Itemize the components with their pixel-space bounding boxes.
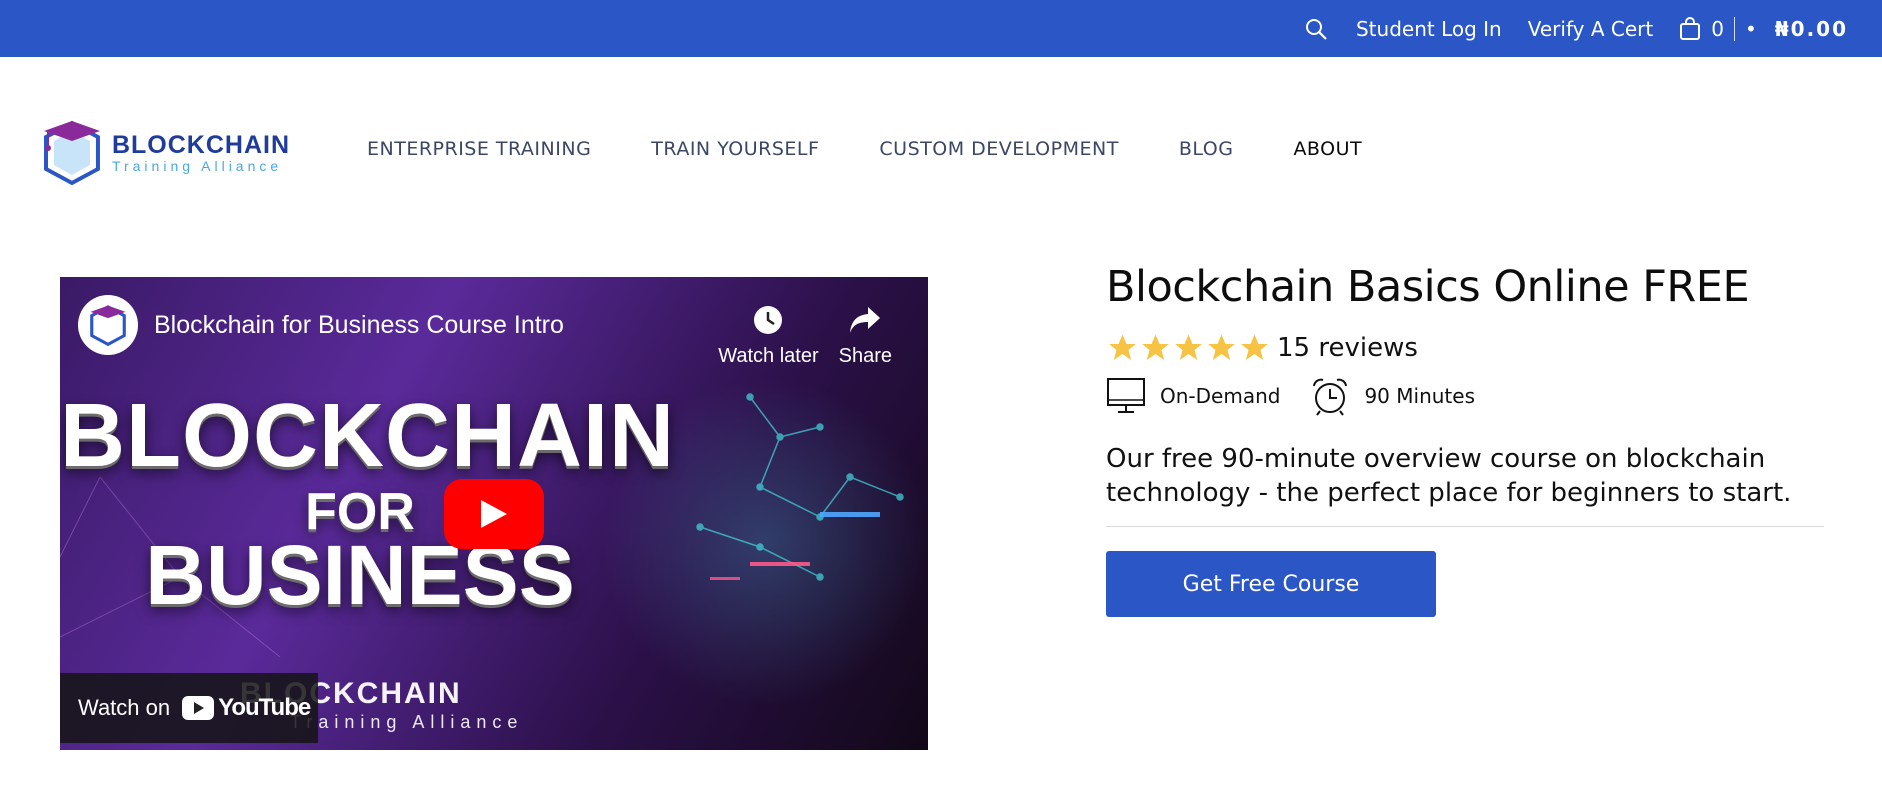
nav-train-yourself[interactable]: TRAIN YOURSELF [651, 138, 819, 160]
section-divider [1106, 526, 1824, 527]
play-icon [481, 500, 507, 528]
cart-count: 0 [1711, 16, 1724, 41]
cart-dot: • [1744, 16, 1757, 41]
course-summary: Blockchain Basics Online FREE 15 reviews… [1106, 262, 1826, 617]
star-icon [1109, 334, 1136, 360]
nav-enterprise-training[interactable]: ENTERPRISE TRAINING [367, 138, 591, 160]
alarm-clock-icon [1313, 378, 1348, 416]
thumbnail-brand-subtitle: Training Alliance [290, 712, 524, 732]
youtube-play-icon [182, 696, 215, 720]
thumbnail-heading-1: BLOCKCHAIN [60, 386, 675, 486]
duration-label: 90 Minutes [1364, 384, 1475, 408]
course-title: Blockchain Basics Online FREE [1106, 262, 1750, 312]
nav-custom-development[interactable]: CUSTOM DEVELOPMENT [879, 138, 1118, 160]
share-label: Share [838, 345, 892, 367]
main-header: BLOCKCHAIN Training Alliance ENTERPRISE … [0, 57, 1882, 237]
logo-icon [43, 120, 100, 186]
cart-divider [1733, 16, 1735, 41]
watch-on-youtube-button[interactable]: Watch on YouTube [60, 673, 318, 743]
course-description: Our free 90-minute overview course on bl… [1106, 444, 1792, 508]
student-login-link[interactable]: Student Log In [1356, 17, 1502, 41]
clock-icon [754, 306, 783, 334]
thumbnail-heading-3: BUSINESS [145, 528, 575, 622]
course-meta: On-Demand 90 Minutes [1106, 376, 1826, 416]
channel-avatar[interactable] [78, 295, 138, 355]
nav-blog[interactable]: BLOG [1179, 138, 1234, 160]
star-rating [1106, 332, 1271, 364]
cart-button[interactable]: 0 • ₦0.00 [1679, 16, 1848, 41]
youtube-video-embed[interactable]: Blockchain for Business Course Intro Wat… [60, 277, 928, 750]
site-logo[interactable]: BLOCKCHAIN Training Alliance [40, 117, 290, 187]
verify-cert-link[interactable]: Verify A Cert [1528, 17, 1653, 41]
course-rating[interactable]: 15 reviews [1106, 332, 1826, 364]
logo-subtitle: Training Alliance [111, 157, 283, 174]
video-actions: Watch later Share [698, 295, 892, 368]
monitor-icon [1107, 378, 1145, 413]
cart-total: ₦0.00 [1774, 16, 1848, 41]
channel-logo-icon [90, 305, 126, 347]
share-arrow-icon [850, 307, 881, 333]
get-free-course-button[interactable]: Get Free Course [1106, 551, 1436, 617]
delivery-mode-label: On-Demand [1160, 384, 1281, 408]
primary-nav: ENTERPRISE TRAINING TRAIN YOURSELF CUSTO… [367, 138, 1422, 160]
play-button[interactable] [444, 479, 544, 549]
course-duration: 90 Minutes [1310, 376, 1475, 416]
share-button[interactable]: Share [839, 295, 892, 368]
star-icon [1175, 334, 1202, 360]
video-title[interactable]: Blockchain for Business Course Intro [154, 311, 564, 340]
reviews-count[interactable]: 15 reviews [1277, 333, 1418, 363]
search-button[interactable] [1304, 17, 1328, 41]
delivery-mode: On-Demand [1106, 377, 1280, 415]
youtube-label: YouTube [218, 694, 311, 721]
watch-on-label: Watch on [78, 695, 171, 720]
star-icon [1208, 334, 1235, 360]
video-header: Blockchain for Business Course Intro [78, 295, 564, 355]
logo-title: BLOCKCHAIN [111, 130, 290, 159]
star-icon [1142, 334, 1169, 360]
nav-about[interactable]: ABOUT [1293, 138, 1362, 160]
youtube-wordmark: YouTube [182, 694, 311, 722]
watch-later-label: Watch later [718, 345, 819, 367]
star-icon [1241, 334, 1268, 360]
shopping-bag-icon [1680, 16, 1701, 40]
search-icon [1305, 18, 1327, 40]
watch-later-button[interactable]: Watch later [718, 295, 819, 368]
top-utility-bar: Student Log In Verify A Cert 0 • ₦0.00 [0, 0, 1882, 57]
